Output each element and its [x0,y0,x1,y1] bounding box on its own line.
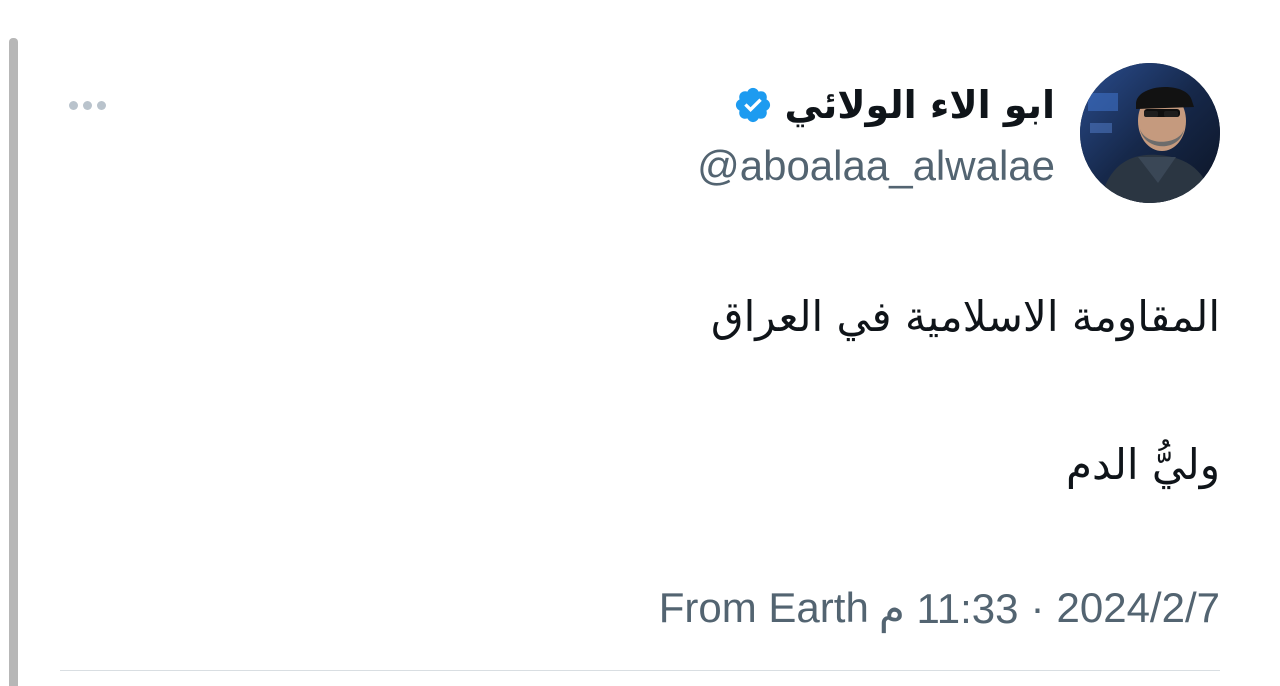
tweet-text-line: المقاومة الاسلامية في العراق [711,292,1220,341]
tweet-card: ابو الاء الولائي @aboalaa_alwalae المقاو… [0,0,1280,686]
avatar[interactable] [1080,63,1220,203]
divider [60,670,1220,671]
tweet-date[interactable]: 2024/2/7 [1057,584,1221,632]
author-handle[interactable]: @aboalaa_alwalae [697,140,1055,192]
more-horizontal-icon [68,100,78,110]
tweet-source[interactable]: From Earth [659,584,869,632]
tweet-meta: From Earth 11:33 م · 2024/2/7 [659,582,1220,634]
more-horizontal-icon [82,100,92,110]
tweet-text-line: وليُّ الدم [1066,440,1220,489]
verified-badge-icon [735,87,770,123]
avatar-photo [1080,63,1220,203]
more-options-button[interactable] [62,92,112,118]
more-horizontal-icon [96,100,106,110]
meta-separator: · [1030,584,1045,631]
left-edge-bar [9,38,18,686]
author-display-name[interactable]: ابو الاء الولائي [785,76,1055,134]
author-name-row: ابو الاء الولائي [733,76,1055,134]
tweet-time[interactable]: 11:33 م [879,584,1019,633]
